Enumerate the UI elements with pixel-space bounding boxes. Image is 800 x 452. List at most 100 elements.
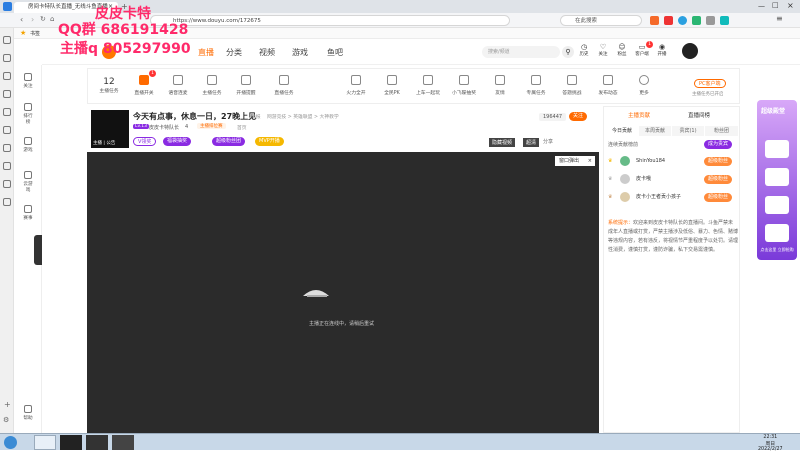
toolbar-item-live-task[interactable]: 直播任务 [270, 73, 298, 96]
window-close-button[interactable]: × [787, 1, 794, 10]
toolbar-item-friend[interactable]: 友情 [486, 73, 514, 96]
streamer-name[interactable]: 皮皮卡特队长 [149, 124, 179, 131]
menu-icon[interactable]: ≡ [776, 14, 783, 23]
streamer-avatar[interactable]: 主播 | 公告 [91, 110, 129, 148]
follow-button[interactable]: ♡ 关注 [596, 43, 610, 57]
tag-mvp[interactable]: MVP开播 [255, 137, 284, 146]
extension-blue-icon[interactable] [678, 16, 687, 25]
rank-badge[interactable]: 主播排位赛 [197, 123, 226, 129]
extension-icons[interactable]: ≡ [650, 14, 790, 25]
share-button[interactable]: 分享 [543, 138, 553, 145]
tag-fan-club[interactable]: 超级粉丝团 [212, 137, 246, 146]
toolbar-item-more[interactable]: 更多 [630, 73, 658, 96]
nav-video[interactable]: 视频 [259, 47, 275, 58]
taskbar-app-browser[interactable] [34, 435, 56, 450]
toolbar-item-fire[interactable]: 火力全开 [342, 73, 370, 96]
popout-close-icon[interactable]: × [588, 156, 592, 166]
rail-add-icon[interactable]: + [4, 400, 11, 409]
sidebar-item-cloud-game[interactable]: 云游戏 [22, 171, 34, 193]
back-arrow-icon[interactable]: ‹ [20, 15, 23, 24]
pc-client-button[interactable]: PC客户端 [694, 79, 726, 88]
rail-tool-icon[interactable] [3, 144, 11, 152]
taskbar-clock[interactable]: 22:31 周日 2022/2/27 [758, 435, 783, 452]
panel-tab-streamer[interactable]: 主播贡献 [628, 111, 650, 119]
toolbar-item-ufo[interactable]: 小飞碟抽奖 [450, 73, 478, 96]
nav-games[interactable]: 游戏 [292, 47, 308, 58]
start-button[interactable] [4, 436, 17, 449]
taskbar-app-g[interactable] [60, 435, 82, 450]
bookmark-star-icon[interactable]: ★ [20, 29, 26, 37]
home-icon[interactable]: ⌂ [50, 15, 54, 23]
rail-note-icon[interactable] [3, 162, 11, 170]
extension-orange-icon[interactable] [650, 16, 659, 25]
toolbar-item-post[interactable]: 发布动态 [594, 73, 622, 96]
extension-teal-icon[interactable] [720, 16, 729, 25]
subtab-today[interactable]: 今日贡献 [606, 126, 638, 136]
nav-fishbar[interactable]: 鱼吧 [327, 47, 343, 58]
extension-green-icon[interactable] [692, 16, 701, 25]
refresh-icon[interactable]: ↻ [40, 15, 46, 23]
report-link[interactable]: 举报 [251, 113, 261, 120]
popout-button[interactable]: 窗口弹出 × [555, 156, 595, 166]
subtab-vip[interactable]: 贵宾(1) [672, 126, 704, 136]
rail-music-icon[interactable] [3, 126, 11, 134]
sidebar-collapse-handle[interactable] [34, 235, 42, 265]
toolbar-item-pk[interactable]: 全民PK [378, 73, 406, 96]
url-input[interactable]: https://www.douyu.com/172675 [150, 15, 510, 26]
toolbar-item-voice[interactable]: 语音连麦 [164, 73, 192, 96]
tag-lucky-bag[interactable]: 福袋抽奖 [163, 137, 192, 146]
site-search-input[interactable]: 搜索/频道 [482, 46, 560, 58]
window-minimize-button[interactable]: — [758, 2, 765, 10]
rail-app-icon[interactable] [3, 198, 11, 206]
toolbar-item-exclusive[interactable]: 专属任务 [522, 73, 550, 96]
ad-item[interactable]: 火箭主 [765, 140, 789, 158]
rank-row[interactable]: ♛ 皮卡哦 超级粉丝 [608, 173, 738, 185]
room-category[interactable]: 网游竞技 > 英雄联盟 > 大神教学 [267, 113, 339, 120]
rail-mail-icon[interactable] [3, 54, 11, 62]
browser-search-input[interactable]: 在此搜索 [560, 15, 642, 26]
rank-row[interactable]: ♛ 皮卡小王者贡小孩子 超级粉丝 [608, 191, 738, 203]
follow-room-button[interactable]: 关注 [569, 112, 588, 121]
bookmark-label[interactable]: 书签 [30, 30, 40, 37]
forward-arrow-icon[interactable]: › [31, 15, 34, 24]
sidebar-item-help[interactable]: 帮助 [22, 405, 34, 421]
toolbar-item-live-switch[interactable]: 直播开关 [130, 73, 158, 96]
nav-category[interactable]: 分类 [226, 47, 242, 58]
hide-video-toggle[interactable]: 隐藏视频 [489, 138, 516, 147]
become-vip-button[interactable]: 成为贵宾 [704, 140, 733, 149]
tag-vip[interactable]: V领奖 [133, 137, 157, 146]
panel-tab-room[interactable]: 直播间榜 [688, 111, 710, 119]
toolbar-item-task[interactable]: 主播任务 [198, 73, 226, 96]
rail-video-icon[interactable] [3, 108, 11, 116]
extension-gray-icon[interactable] [706, 16, 715, 25]
sidebar-item-events[interactable]: 赛事 [22, 205, 34, 221]
sidebar-item-rank[interactable]: 排行榜 [22, 103, 34, 125]
video-player[interactable]: 窗口弹出 × 主播正在连线中，请稍后重试 [87, 152, 599, 433]
rank-row[interactable]: ♛ ShinYou184 超级粉丝 [608, 155, 738, 167]
user-avatar[interactable] [682, 43, 698, 59]
nav-live[interactable]: 直播 [198, 47, 214, 58]
site-search-icon[interactable]: ⚲ [562, 46, 574, 58]
toolbar-item-quiz[interactable]: 答题挑战 [558, 73, 586, 96]
rail-home-icon[interactable] [3, 36, 11, 44]
rail-cart-icon[interactable] [3, 180, 11, 188]
subtab-week[interactable]: 本周贡献 [639, 126, 671, 136]
history-button[interactable]: ◷ 历史 [577, 43, 591, 57]
rail-game-icon[interactable] [3, 90, 11, 98]
start-stream-button[interactable]: ◉ 开播 [655, 43, 669, 57]
quality-button[interactable]: 超清 [523, 138, 540, 147]
toolbar-item-carpool[interactable]: 上车一起玩 [414, 73, 442, 96]
extension-red-icon[interactable] [664, 16, 673, 25]
taskbar-app-obs[interactable] [112, 435, 134, 450]
toolbar-item-reminder[interactable]: 开播提醒 [232, 73, 260, 96]
sidebar-item-games[interactable]: 游戏 [22, 137, 34, 153]
side-ad-banner[interactable]: 超级殿堂 火箭主 超级飞车 飞机 火箭 点击这里 立即抢购 [757, 100, 797, 260]
streamer-level[interactable]: 12 主播任务 [94, 77, 124, 94]
subtab-fanclub[interactable]: 粉丝团 [705, 126, 738, 136]
taskbar-app-lol[interactable] [86, 435, 108, 450]
fans-button[interactable]: ☺ 粉丝 [615, 43, 629, 57]
window-maximize-button[interactable]: □ [772, 1, 779, 9]
ad-item[interactable]: 超级飞车 [765, 168, 789, 186]
rail-chat-icon[interactable] [3, 72, 11, 80]
sidebar-item-follow[interactable]: 关注 [22, 73, 34, 89]
